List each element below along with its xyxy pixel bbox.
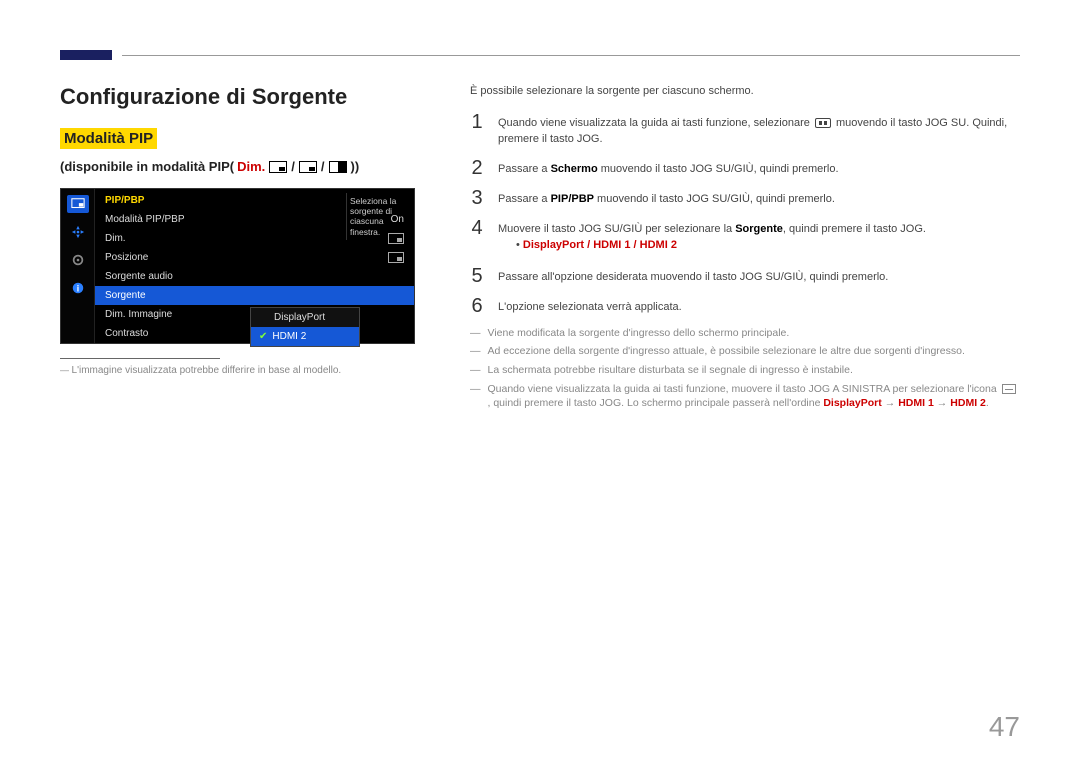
- osd-row-audio[interactable]: Sorgente audio: [95, 267, 414, 286]
- pip-layout-icon: [388, 233, 404, 244]
- step-number: 4: [470, 218, 484, 238]
- pip-size-icon-small: [269, 161, 287, 173]
- osd-tab-picture[interactable]: [67, 195, 89, 213]
- page-title: Configurazione di Sorgente: [60, 84, 430, 110]
- notes-block: ―Viene modificata la sorgente d'ingresso…: [470, 326, 1020, 411]
- pip-position-icon: [388, 252, 404, 263]
- step-2: Passare a Schermo muovendo il tasto JOG …: [498, 158, 1020, 178]
- svg-text:i: i: [76, 284, 78, 294]
- step-5: Passare all'opzione desiderata muovendo …: [498, 266, 1020, 286]
- osd-tab-info[interactable]: i: [67, 279, 89, 297]
- step-1: Quando viene visualizzata la guida ai ta…: [498, 112, 1020, 148]
- pip-size-icon-half: [329, 161, 347, 173]
- step-number: 1: [470, 112, 484, 132]
- step-number: 2: [470, 158, 484, 178]
- swap-icon: [1002, 384, 1016, 394]
- pip-size-icon-med: [299, 161, 317, 173]
- availability-line: (disponibile in modalità PIP(Dim. / / )): [60, 159, 430, 174]
- intro-text: È possibile selezionare la sorgente per …: [470, 84, 1020, 100]
- header-rule: [122, 55, 1020, 56]
- osd-row-source[interactable]: Sorgente: [95, 286, 414, 305]
- step-number: 5: [470, 266, 484, 286]
- step-number: 3: [470, 188, 484, 208]
- function-key-icon: [815, 118, 831, 128]
- mode-highlight: Modalità PIP: [60, 128, 157, 149]
- step-6: L'opzione selezionata verrà applicata.: [498, 296, 1020, 316]
- step-4: Muovere il tasto JOG SU/GIÙ per selezion…: [498, 218, 1020, 256]
- osd-tab-nav[interactable]: [67, 223, 89, 241]
- page-number: 47: [989, 711, 1020, 743]
- step-3: Passare a PIP/PBP muovendo il tasto JOG …: [498, 188, 1020, 208]
- osd-tab-settings[interactable]: [67, 251, 89, 269]
- popup-option-hdmi2[interactable]: ✔HDMI 2: [251, 327, 359, 346]
- osd-menu: i Seleziona la sorgente di ciascuna fine…: [60, 188, 415, 344]
- step-number: 6: [470, 296, 484, 316]
- osd-popup: DisplayPort ✔HDMI 2: [250, 307, 360, 347]
- header-accent: [60, 50, 112, 60]
- popup-option-dp[interactable]: DisplayPort: [251, 308, 359, 327]
- osd-row-pos[interactable]: Posizione: [95, 248, 414, 267]
- model-caption: ― L'immagine visualizzata potrebbe diffe…: [60, 365, 430, 376]
- check-icon: ✔: [259, 331, 267, 342]
